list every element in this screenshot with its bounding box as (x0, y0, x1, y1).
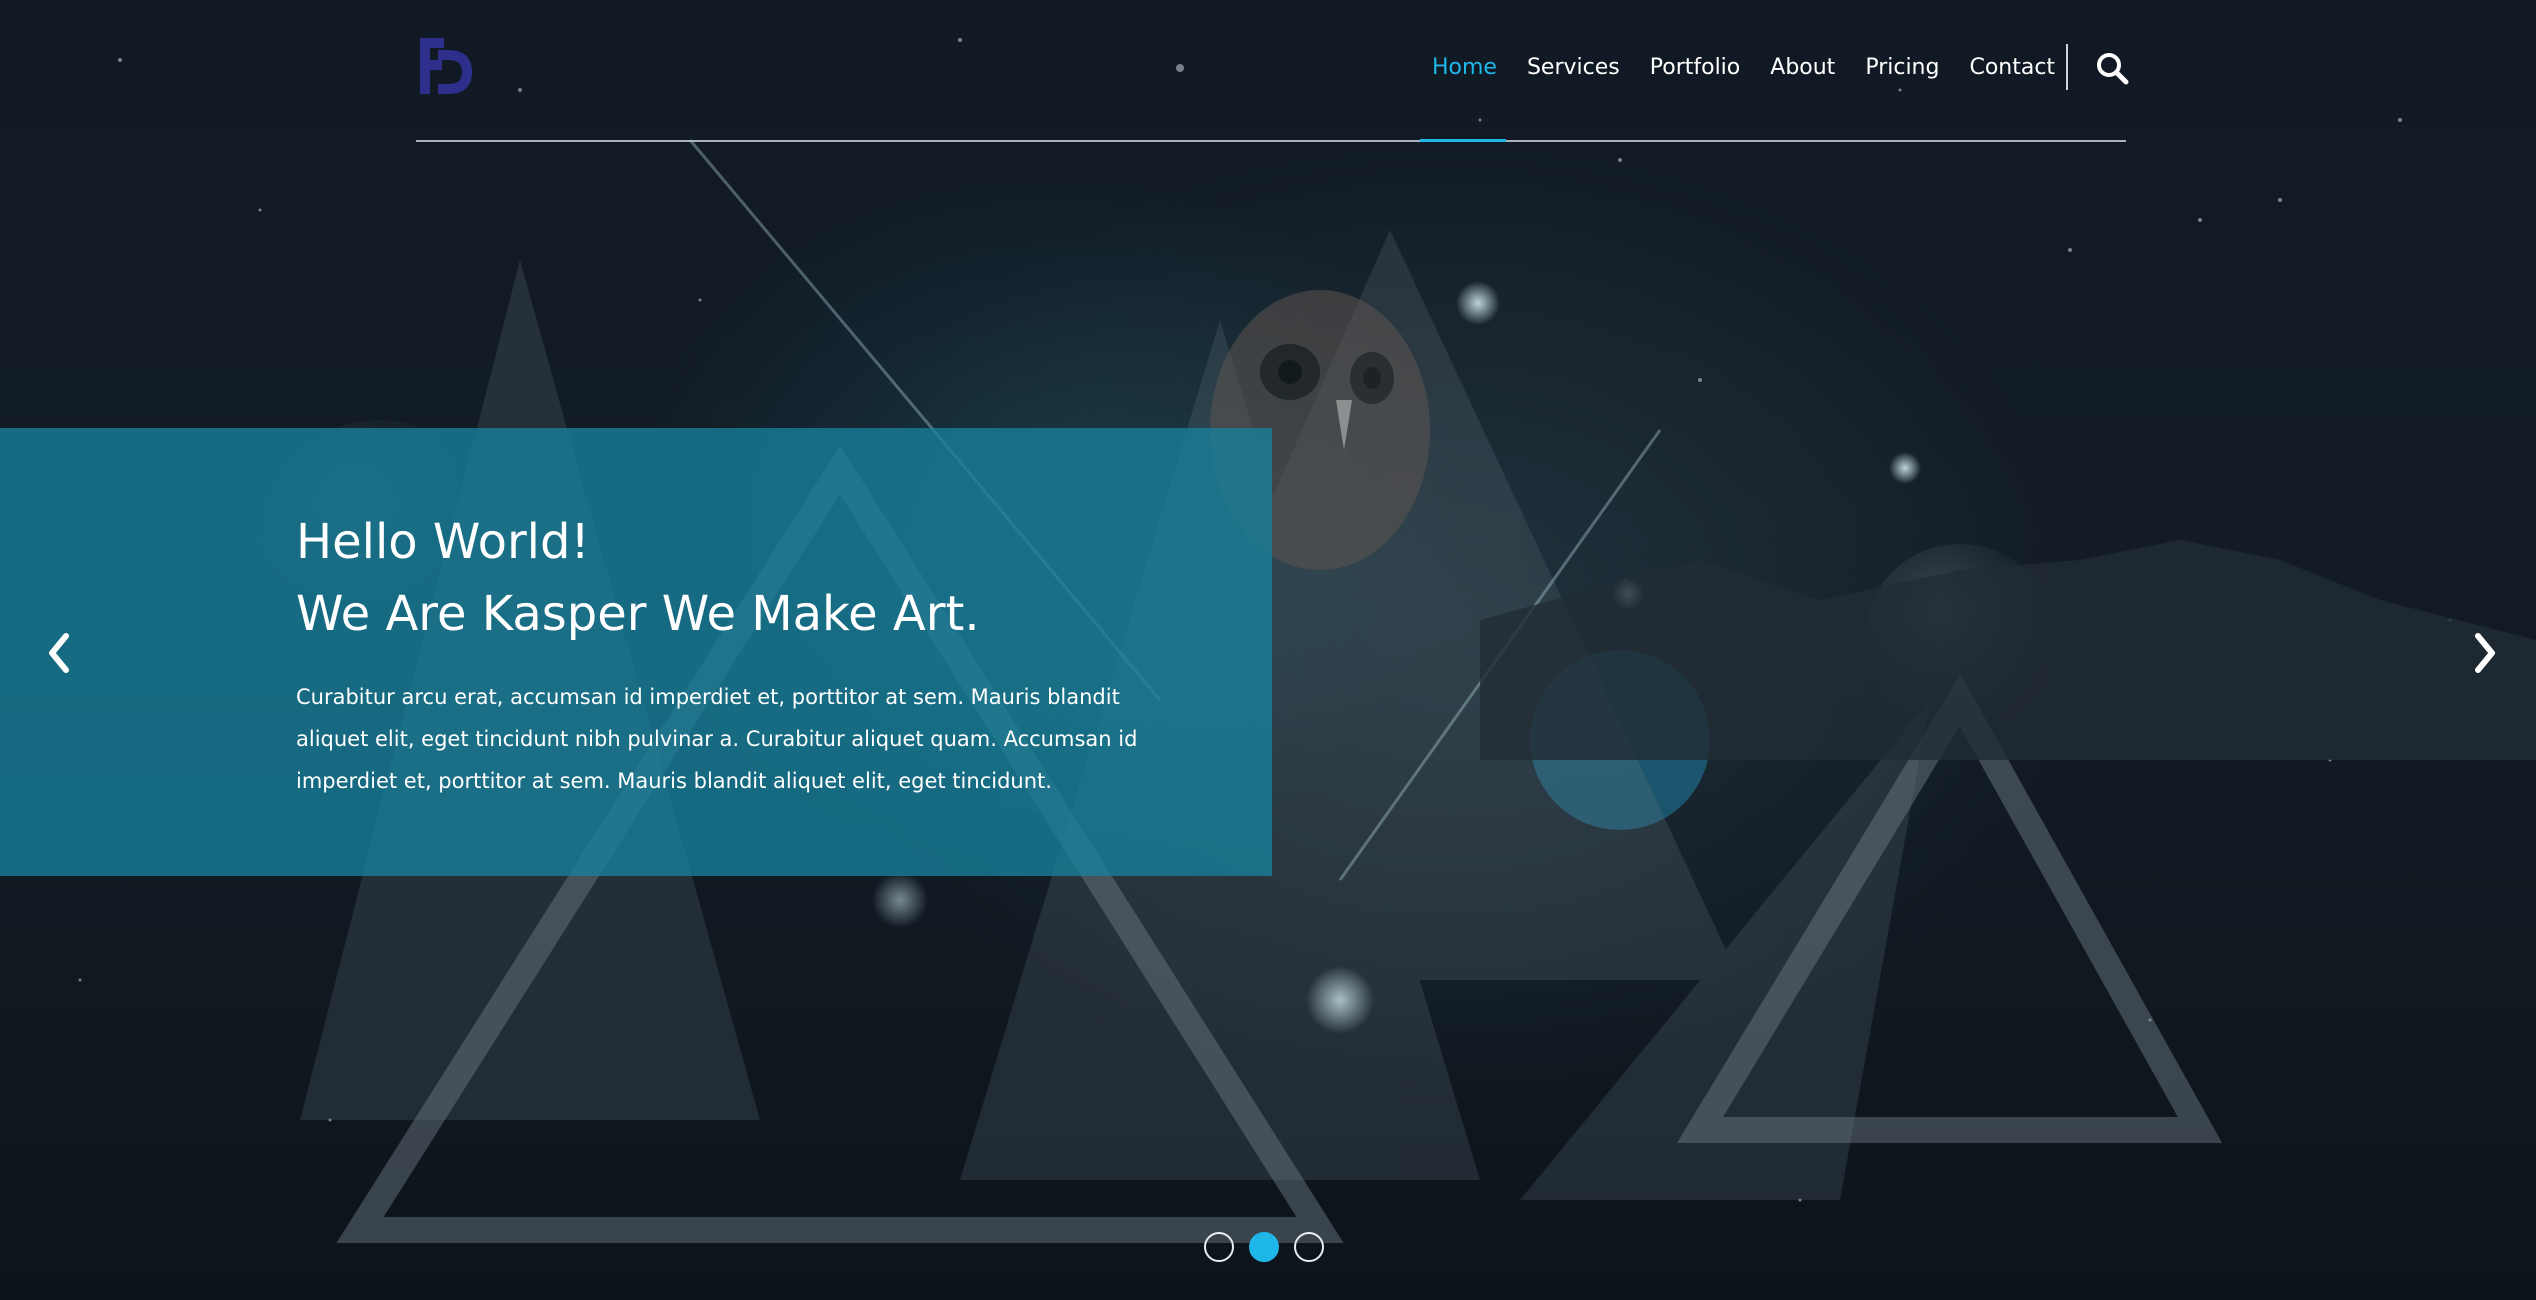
main-nav: Home Services Portfolio About Pricing Co… (1432, 52, 2085, 84)
slider-bullet-1[interactable] (1204, 1232, 1234, 1262)
nav-item-portfolio[interactable]: Portfolio (1650, 52, 1741, 84)
nav-item-contact[interactable]: Contact (1969, 52, 2055, 84)
slider-bullet-3[interactable] (1294, 1232, 1324, 1262)
nav-divider (2066, 44, 2068, 90)
nav-item-services[interactable]: Services (1527, 52, 1620, 84)
slider-bullet-2[interactable] (1249, 1232, 1279, 1262)
header-divider-line (416, 140, 2126, 142)
chevron-right-icon[interactable] (2464, 628, 2504, 678)
slide-title-line2: We Are Kasper We Make Art. (296, 586, 980, 642)
nav-item-pricing[interactable]: Pricing (1865, 52, 1939, 84)
nav-item-about[interactable]: About (1770, 52, 1835, 84)
slide-title: Hello World! We Are Kasper We Make Art. (296, 506, 980, 650)
slide-title-line1: Hello World! (296, 514, 590, 570)
nav-item-home[interactable]: Home (1432, 52, 1497, 84)
slide-description: Curabitur arcu erat, accumsan id imperdi… (296, 685, 1138, 793)
hero-slider: Home Services Portfolio About Pricing Co… (0, 0, 2536, 1300)
brand-logo-icon[interactable] (418, 36, 474, 96)
slide-caption-panel (0, 428, 1272, 876)
slider-bullets (1204, 1232, 1324, 1262)
search-icon[interactable] (2094, 50, 2130, 86)
chevron-left-icon[interactable] (40, 628, 80, 678)
active-nav-indicator (1420, 139, 1506, 142)
